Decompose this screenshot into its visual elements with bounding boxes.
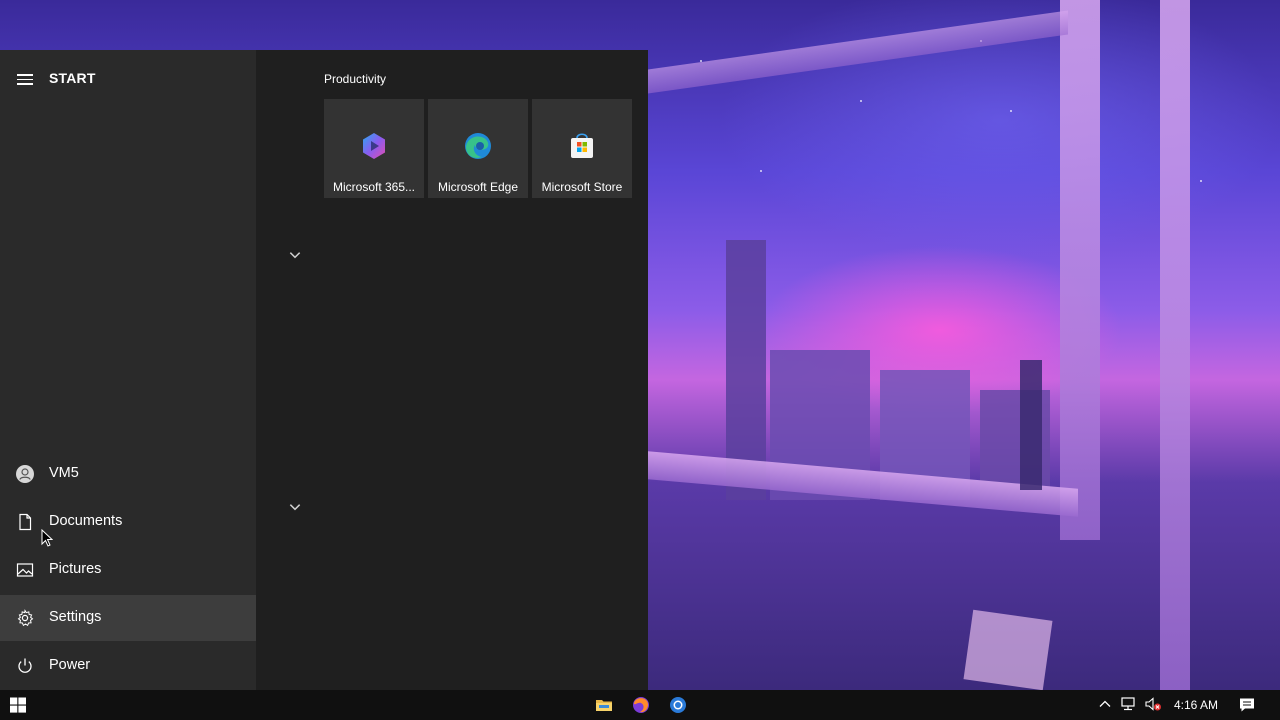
hamburger-menu-icon[interactable] — [17, 74, 33, 85]
tile-microsoft-365[interactable]: Microsoft 365... — [324, 99, 424, 198]
start-header: START — [0, 64, 256, 94]
chevron-down-icon[interactable] — [288, 502, 302, 512]
rail-item-label: Pictures — [49, 561, 102, 577]
notifications-icon[interactable] — [1238, 696, 1256, 714]
tile-label: Microsoft Store — [541, 180, 623, 194]
edge-icon — [465, 133, 491, 159]
power-icon — [18, 658, 32, 673]
browser-icon[interactable] — [668, 695, 688, 715]
volume-muted-icon[interactable] — [1144, 696, 1162, 712]
tile-label: Microsoft 365... — [332, 180, 416, 194]
tile-microsoft-store[interactable]: Microsoft Store — [532, 99, 632, 198]
tile-group-title: Productivity — [324, 72, 387, 86]
mouse-cursor-icon — [41, 529, 53, 547]
rail-item-label: Documents — [49, 513, 123, 529]
gear-icon — [17, 609, 34, 627]
start-menu: START VM5 Documents Pictures Settings Po… — [0, 50, 648, 690]
firefox-icon[interactable] — [631, 695, 651, 715]
document-icon — [19, 513, 32, 531]
rail-item-power[interactable]: Power — [0, 643, 256, 689]
network-icon[interactable] — [1120, 696, 1138, 712]
rail-item-pictures[interactable]: Pictures — [0, 547, 256, 593]
microsoft-365-icon — [363, 133, 385, 159]
start-rail: START VM5 Documents Pictures Settings Po… — [0, 50, 256, 690]
tile-label: Microsoft Edge — [437, 180, 519, 194]
chevron-down-icon[interactable] — [288, 250, 302, 260]
windows-start-icon[interactable] — [9, 696, 27, 714]
tile-microsoft-edge[interactable]: Microsoft Edge — [428, 99, 528, 198]
rail-item-settings[interactable]: Settings — [0, 595, 256, 641]
chevron-up-icon[interactable] — [1098, 697, 1112, 711]
rail-item-user[interactable]: VM5 — [0, 451, 256, 497]
pictures-icon — [16, 563, 34, 577]
user-avatar-icon — [16, 465, 34, 483]
store-icon — [571, 133, 593, 158]
rail-item-label: Power — [49, 657, 91, 673]
file-explorer-icon[interactable] — [594, 695, 614, 715]
taskbar-clock[interactable]: 4:16 AM — [1174, 698, 1218, 712]
start-title: START — [49, 70, 96, 86]
rail-item-label: Settings — [49, 609, 102, 625]
rail-item-label: VM5 — [49, 465, 79, 481]
taskbar: 4:16 AM — [0, 690, 1280, 720]
rail-item-documents[interactable]: Documents — [0, 499, 256, 545]
